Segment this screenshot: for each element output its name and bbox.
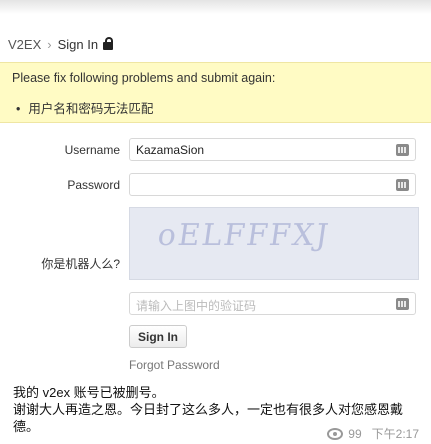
- captcha-text: oELFFFXJ: [155, 218, 333, 253]
- password-manager-icon[interactable]: [396, 298, 409, 310]
- top-shadow: [0, 0, 431, 14]
- error-alert: Please fix following problems and submit…: [0, 62, 431, 123]
- password-input[interactable]: [129, 173, 416, 196]
- breadcrumb-current-page: Sign In: [57, 37, 99, 52]
- forgot-password-link[interactable]: Forgot Password: [129, 358, 220, 372]
- captcha-placeholder: 请输入上图中的验证码: [136, 299, 257, 313]
- username-input[interactable]: KazamaSion: [129, 138, 416, 161]
- password-label: Password: [67, 178, 120, 192]
- sign-in-button[interactable]: Sign In: [129, 325, 187, 348]
- message-time: 下午2:17: [371, 427, 419, 441]
- alert-problem-item: 用户名和密码无法匹配: [16, 98, 153, 117]
- message-meta: 99 下午2:17: [327, 425, 419, 442]
- alert-title: Please fix following problems and submit…: [12, 71, 276, 85]
- breadcrumb-site-link[interactable]: V2EX: [8, 37, 41, 52]
- username-value: KazamaSion: [136, 143, 205, 157]
- captcha-input[interactable]: 请输入上图中的验证码: [129, 292, 416, 315]
- lock-icon: [103, 36, 114, 50]
- breadcrumb: V2EX › Sign In: [8, 36, 114, 52]
- password-manager-icon[interactable]: [396, 179, 409, 191]
- breadcrumb-separator: ›: [47, 37, 52, 52]
- eye-icon: [327, 427, 344, 440]
- captcha-image[interactable]: oELFFFXJ: [129, 207, 419, 280]
- password-manager-icon[interactable]: [396, 144, 409, 156]
- view-count: 99: [348, 426, 362, 441]
- captcha-label: 你是机器人么?: [41, 257, 120, 271]
- username-label: Username: [64, 143, 120, 157]
